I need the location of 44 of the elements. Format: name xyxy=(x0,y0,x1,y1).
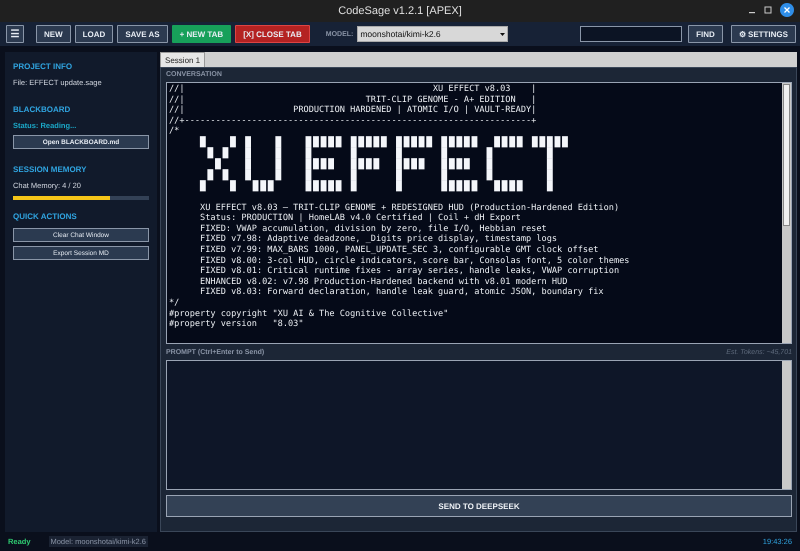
menu-button[interactable]: ☰ xyxy=(6,25,24,43)
close-icon[interactable] xyxy=(780,3,794,17)
toolbar-button[interactable]: SAVE AS xyxy=(117,25,168,43)
toolbar-button[interactable]: [X] CLOSE TAB xyxy=(235,25,310,43)
settings-button[interactable]: ⚙ SETTINGS xyxy=(730,25,796,43)
code-line: #property version "8.03" xyxy=(169,319,305,330)
send-button[interactable]: SEND TO DEEPSEEK xyxy=(166,495,792,517)
code-line: Status: PRODUCTION | HomeLAB v4.0 Certified | Coil + dH Export xyxy=(199,213,522,224)
find-button[interactable]: FIND xyxy=(688,25,723,43)
ascii-banner-line: █ █ █ █ █████ █████ █████ █████ ████ █████ xyxy=(198,136,570,148)
caret-icon xyxy=(500,32,506,36)
section-heading: BLACKBOARD xyxy=(13,105,72,114)
code-line: FIXED: VWAP accumulation, division by zero, file I/O, Hebbian reset xyxy=(199,224,548,234)
model-dropdown[interactable]: moonshotai/kimi-k2.6 xyxy=(357,26,508,42)
scrollbar[interactable] xyxy=(782,83,791,343)
window-title: CodeSage v1.2.1 [APEX] xyxy=(338,5,462,17)
code-line: FIXED v8.00: 3-col HUD, circle indicators, score bar, Consolas font, 5 color themes xyxy=(199,256,630,266)
code-line: FIXED v7.98: Adaptive deadzone, _Digits price display, timestamp logs xyxy=(199,234,558,245)
ascii-banner-line: █ █ █ █ █ █ █ █ █ █ xyxy=(206,148,555,159)
section-heading: PROJECT INFO xyxy=(13,62,74,71)
code-line: //| PRODUCTION HARDENED | ATOMIC I/O | VAULT-READY| xyxy=(169,105,538,116)
code-line: #property copyright "XU AI & The Cognitive Collective" xyxy=(169,308,450,320)
code-line: //| TRIT-CLIP GENOME - A+ EDITION | xyxy=(169,94,538,105)
code-line: ENHANCED v8.02: v7.98 Production-Hardened backend with v8.01 modern HUD xyxy=(199,276,568,287)
toolbar-button[interactable]: NEW xyxy=(36,25,71,43)
toolbar-button[interactable]: LOAD xyxy=(74,25,114,43)
section-heading: QUICK ACTIONS xyxy=(13,212,78,221)
prompt-field[interactable] xyxy=(166,360,792,490)
code-line: FIXED v7.99: MAX_BARS 1000, PANEL_UPDATE_SEC 3, configurable GMT clock offset xyxy=(199,244,600,256)
code-line: //+-------------------------------------------------------------------+ xyxy=(169,116,538,126)
search-field[interactable] xyxy=(580,26,682,42)
code-line: //| XU EFFECT v8.03 | xyxy=(169,84,538,95)
code-line: /* xyxy=(169,126,180,137)
code-line: XU EFFECT v8.03 — TRIT-CLIP GENOME + REDESIGNED HUD (Production-Hardened Edition) xyxy=(199,202,620,213)
section-heading: SESSION MEMORY xyxy=(13,165,88,174)
maximize-icon[interactable] xyxy=(764,6,772,14)
ascii-banner-line: █ █ ███ █████ █ █ █████ ████ █ xyxy=(198,180,555,192)
session-tab[interactable]: Session 1 xyxy=(160,52,206,67)
scrollbar[interactable] xyxy=(782,361,791,489)
code-line: FIXED v8.01: Critical runtime fixes - array series, handle leaks, VWAP corruption xyxy=(199,266,620,277)
code-line: FIXED v8.03: Forward declaration, handle leak guard, atomic JSON, boundary fix xyxy=(199,287,605,298)
ascii-banner-line: █ █ █ ████ ████ ████ ████ █ █ xyxy=(214,158,555,170)
code-line: */ xyxy=(169,298,180,308)
ascii-banner-line: █ █ █ █ █ █ █ █ █ █ xyxy=(206,170,555,181)
